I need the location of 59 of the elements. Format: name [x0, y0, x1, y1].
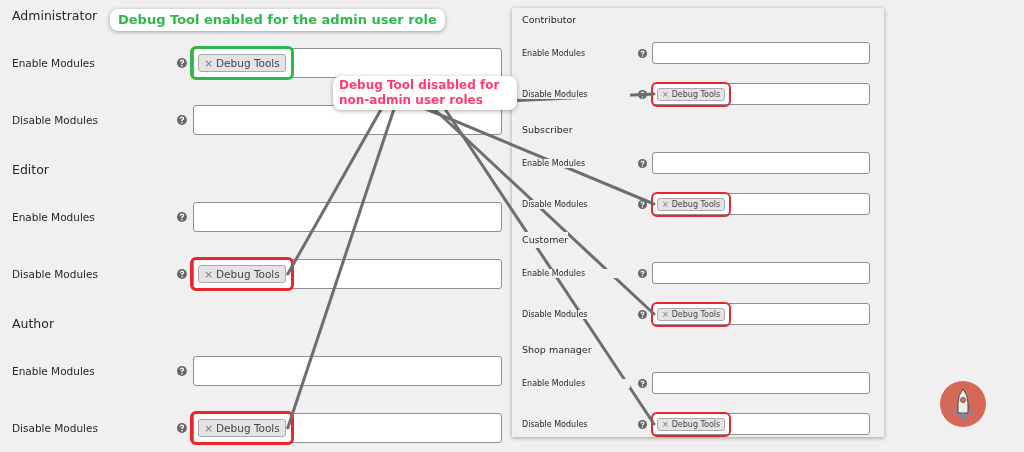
section-heading: Customer	[522, 232, 569, 248]
select-field[interactable]: × Debug Tools	[193, 413, 502, 443]
select-field[interactable]: × Debug Tools	[652, 83, 870, 105]
field-label: Enable Modules	[12, 365, 95, 377]
remove-button[interactable]: ×	[204, 422, 213, 434]
field-label: Disable Modules	[12, 114, 98, 126]
remove-button[interactable]: ×	[662, 309, 669, 319]
field-label: Enable Modules	[12, 211, 95, 223]
tag-chip[interactable]: × Debug Tools	[657, 417, 726, 431]
callout-tooltip: Debug Tool enabled for the admin user role	[110, 9, 445, 31]
field-label: Disable Modules	[12, 268, 98, 280]
select-field[interactable]	[652, 372, 870, 394]
field-label: Enable Modules	[522, 158, 586, 168]
select-field[interactable]	[193, 356, 502, 386]
help-icon[interactable]	[638, 268, 647, 278]
field-label: Disable Modules	[12, 422, 98, 434]
help-icon[interactable]	[177, 212, 188, 222]
select-field[interactable]: × Debug Tools	[652, 193, 870, 215]
tag-chip[interactable]: × Debug Tools	[657, 87, 726, 101]
help-icon[interactable]	[638, 89, 647, 99]
help-icon[interactable]	[638, 419, 647, 429]
help-icon[interactable]	[177, 58, 188, 68]
select-field[interactable]	[652, 262, 870, 284]
field-label: Disable Modules	[522, 199, 588, 209]
select-field[interactable]	[652, 42, 870, 64]
field-label: Disable Modules	[522, 89, 588, 99]
field-label: Disable Modules	[522, 309, 588, 319]
help-icon[interactable]	[638, 48, 647, 58]
remove-button[interactable]: ×	[662, 419, 669, 429]
rocket-button[interactable]	[940, 381, 986, 427]
select-field[interactable]: × Debug Tools	[652, 413, 870, 435]
remove-button[interactable]: ×	[204, 57, 213, 69]
help-icon[interactable]	[638, 199, 647, 209]
field-label: Enable Modules	[522, 48, 586, 58]
select-field[interactable]: × Debug Tools	[652, 303, 870, 325]
tag-chip[interactable]: × Debug Tools	[198, 54, 286, 72]
select-field[interactable]: × Debug Tools	[193, 48, 502, 78]
select-field[interactable]	[652, 152, 870, 174]
help-icon[interactable]	[177, 366, 188, 376]
help-icon[interactable]	[638, 309, 647, 319]
help-icon[interactable]	[638, 378, 647, 388]
remove-button[interactable]: ×	[662, 199, 669, 209]
tag-chip[interactable]: × Debug Tools	[657, 197, 726, 211]
help-icon[interactable]	[638, 158, 647, 168]
callout-tooltip: Debug Tool disabled for non-admin user roles	[333, 76, 517, 110]
select-field[interactable]	[193, 202, 502, 232]
help-icon[interactable]	[177, 269, 188, 279]
remove-button[interactable]: ×	[662, 89, 669, 99]
tag-chip[interactable]: × Debug Tools	[198, 419, 286, 437]
tag-chip[interactable]: × Debug Tools	[657, 307, 726, 321]
field-label: Enable Modules	[522, 378, 586, 388]
select-field[interactable]: × Debug Tools	[193, 259, 502, 289]
field-label: Enable Modules	[12, 57, 95, 69]
field-label: Enable Modules	[522, 268, 586, 278]
help-icon[interactable]	[177, 423, 188, 433]
help-icon[interactable]	[177, 115, 188, 125]
remove-button[interactable]: ×	[204, 268, 213, 280]
field-label: Disable Modules	[522, 419, 588, 429]
tag-chip[interactable]: × Debug Tools	[198, 265, 286, 283]
